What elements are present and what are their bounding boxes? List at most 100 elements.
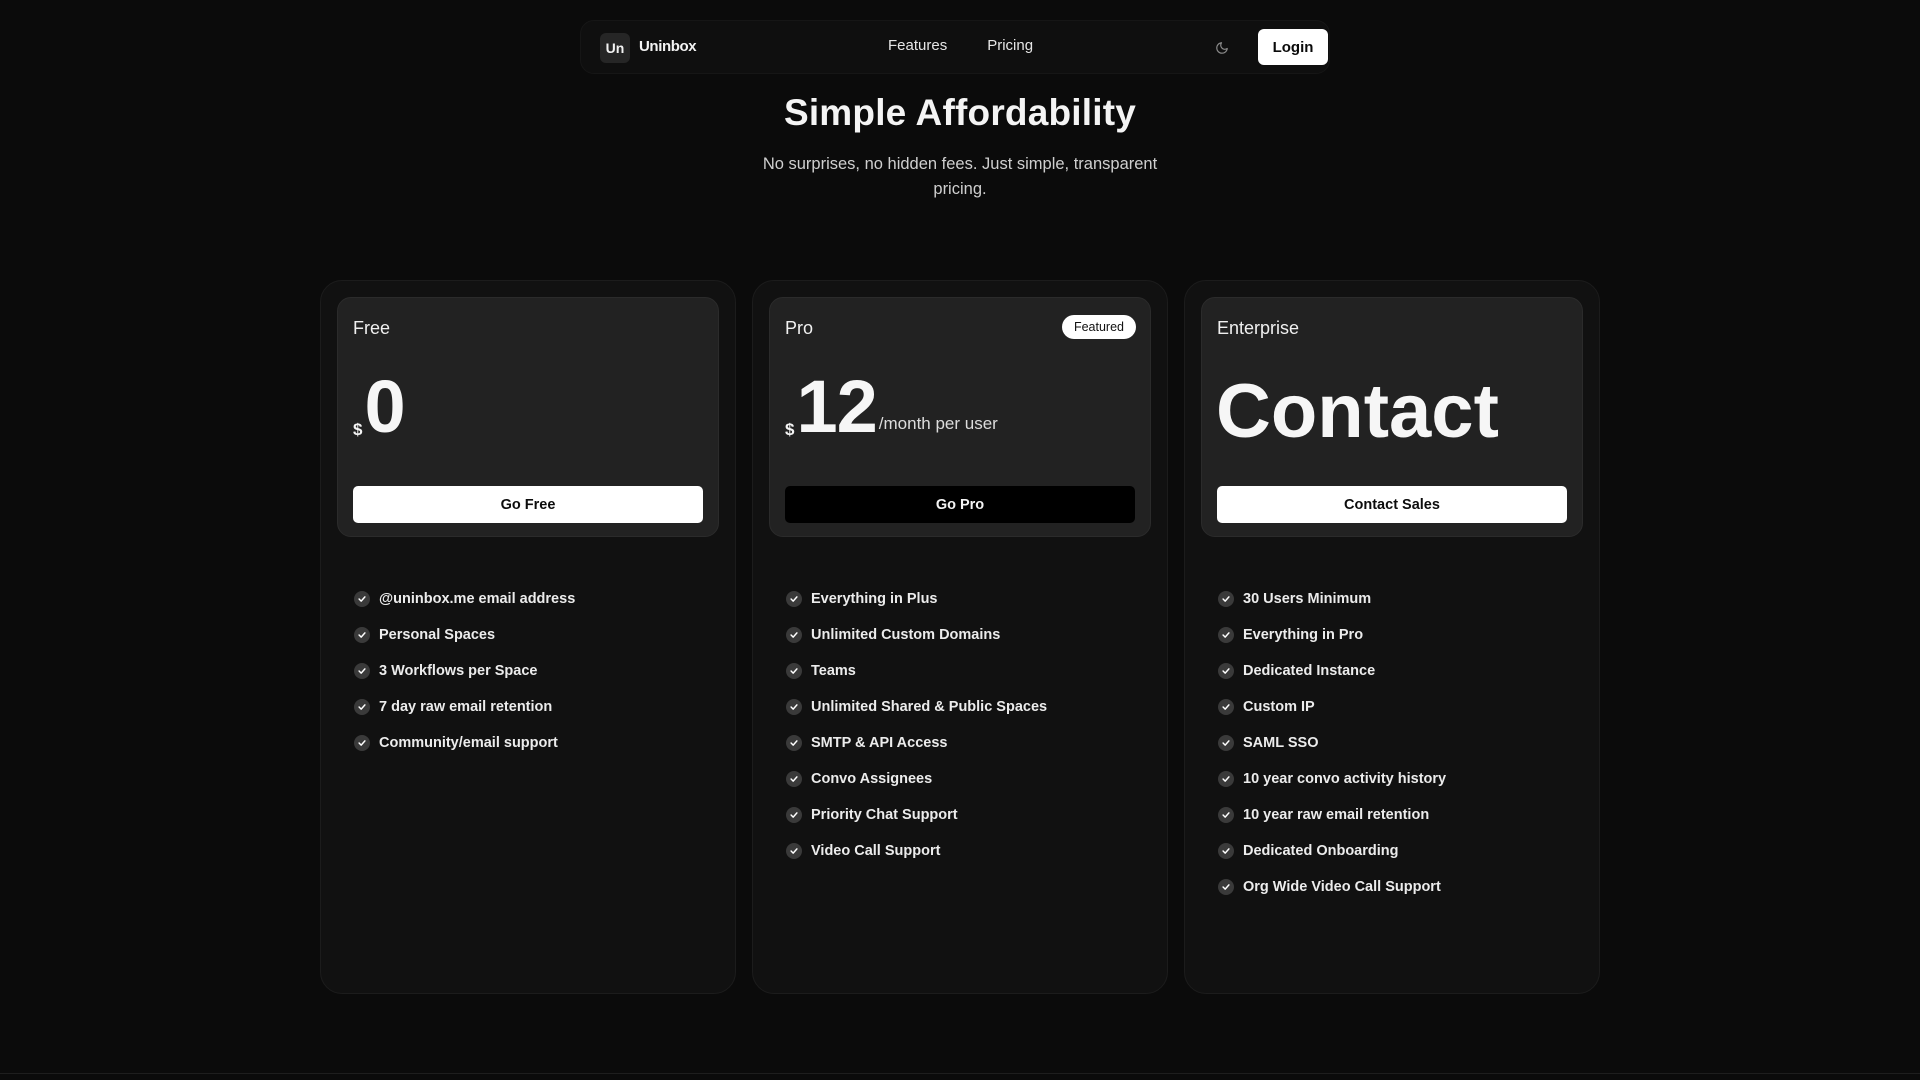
feature-item: 30 Users Minimum [1218,581,1446,617]
feature-item: Teams [786,653,1047,689]
check-icon [354,699,370,715]
plan-price: $ 0 [353,370,406,444]
feature-text: 3 Workflows per Space [379,663,538,679]
check-icon [786,591,802,607]
feature-item: Org Wide Video Call Support [1218,869,1446,905]
check-icon [786,663,802,679]
feature-text: 30 Users Minimum [1243,591,1372,607]
brand-logo[interactable]: Un Uninbox [600,33,697,63]
feature-text: Dedicated Onboarding [1243,843,1399,859]
moon-icon [1216,42,1228,54]
check-icon [1218,627,1234,643]
feature-text: 7 day raw email retention [379,699,553,715]
theme-toggle-button[interactable] [1213,39,1231,57]
feature-item: Everything in Pro [1218,617,1446,653]
check-icon [354,735,370,751]
feature-text: Convo Assignees [811,771,933,787]
check-icon [786,771,802,787]
check-icon [786,843,802,859]
feature-text: Org Wide Video Call Support [1243,879,1441,895]
feature-item: Personal Spaces [354,617,575,653]
feature-text: Personal Spaces [379,627,496,643]
brand-name: Uninbox [639,37,697,55]
price-unit: /month per user [878,414,998,433]
go-free-button[interactable]: Go Free [353,486,703,523]
feature-text: Dedicated Instance [1243,663,1376,679]
feature-text: Everything in Pro [1243,627,1364,643]
feature-list-enterprise: 30 Users Minimum Everything in Pro Dedic… [1218,581,1446,905]
footer-divider [0,1073,1920,1074]
feature-item: Convo Assignees [786,761,1047,797]
plan-header-pro: Pro Featured $ 12 /month per user Go Pro [769,297,1151,537]
check-icon [1218,843,1234,859]
nav-links: Features Pricing [888,37,1033,54]
feature-item: 3 Workflows per Space [354,653,575,689]
feature-item: Dedicated Onboarding [1218,833,1446,869]
feature-item: Unlimited Custom Domains [786,617,1047,653]
feature-text: SAML SSO [1243,735,1319,751]
page-title: Simple Affordability [783,92,1137,133]
plan-price: $ 12 /month per user [785,370,998,444]
feature-item: Community/email support [354,725,575,761]
feature-text: Custom IP [1243,699,1315,715]
contact-sales-button[interactable]: Contact Sales [1217,486,1567,523]
check-icon [1218,807,1234,823]
check-icon [786,807,802,823]
page-subtitle: No surprises, no hidden fees. Just simpl… [762,155,1158,198]
check-icon [354,627,370,643]
feature-item: SMTP & API Access [786,725,1047,761]
feature-item: 7 day raw email retention [354,689,575,725]
feature-item: 10 year convo activity history [1218,761,1446,797]
feature-item: 10 year raw email retention [1218,797,1446,833]
feature-text: 10 year raw email retention [1243,807,1430,823]
feature-item: Priority Chat Support [786,797,1047,833]
feature-text: Priority Chat Support [811,807,958,823]
feature-item: Everything in Plus [786,581,1047,617]
brand-mark: Un [600,33,630,63]
check-icon [1218,699,1234,715]
feature-item: Dedicated Instance [1218,653,1446,689]
plan-name: Free [353,318,391,338]
feature-item: @uninbox.me email address [354,581,575,617]
check-icon [786,699,802,715]
price-contact: Contact [1216,369,1499,454]
check-icon [1218,663,1234,679]
price-currency: $ [353,420,363,439]
plan-card-enterprise: Enterprise Contact Contact Sales 30 User… [1184,280,1600,994]
check-icon [1218,879,1234,895]
check-icon [786,627,802,643]
plan-card-free: Free $ 0 Go Free @uninbox.me email addre… [320,280,736,994]
feature-item: Unlimited Shared & Public Spaces [786,689,1047,725]
feature-list-free: @uninbox.me email address Personal Space… [354,581,575,761]
plan-name: Enterprise [1217,318,1300,338]
feature-text: SMTP & API Access [811,735,948,751]
feature-text: Video Call Support [811,843,941,859]
check-icon [1218,591,1234,607]
feature-text: Community/email support [379,735,558,751]
top-navbar: Un Uninbox Features Pricing Login [580,20,1330,74]
price-currency: $ [785,420,795,439]
feature-text: @uninbox.me email address [379,591,576,607]
feature-text: Teams [811,663,856,679]
plan-header-free: Free $ 0 Go Free [337,297,719,537]
check-icon [1218,735,1234,751]
check-icon [354,663,370,679]
feature-text: Unlimited Custom Domains [811,627,1001,643]
feature-list-pro: Everything in Plus Unlimited Custom Doma… [786,581,1047,869]
feature-item: SAML SSO [1218,725,1446,761]
feature-text: Unlimited Shared & Public Spaces [811,699,1048,715]
featured-badge: Featured [1061,315,1136,339]
nav-link-features[interactable]: Features [888,37,947,54]
go-pro-button[interactable]: Go Pro [785,486,1135,523]
price-amount: 12 [796,365,877,448]
plan-header-enterprise: Enterprise Contact Contact Sales [1201,297,1583,537]
feature-text: Everything in Plus [811,591,938,607]
feature-item: Video Call Support [786,833,1047,869]
feature-text: 10 year convo activity history [1243,771,1447,787]
check-icon [354,591,370,607]
feature-item: Custom IP [1218,689,1446,725]
nav-link-pricing[interactable]: Pricing [987,37,1033,54]
login-button[interactable]: Login [1258,29,1328,65]
price-amount: 0 [364,365,405,448]
plan-card-pro: Pro Featured $ 12 /month per user Go Pro… [752,280,1168,994]
